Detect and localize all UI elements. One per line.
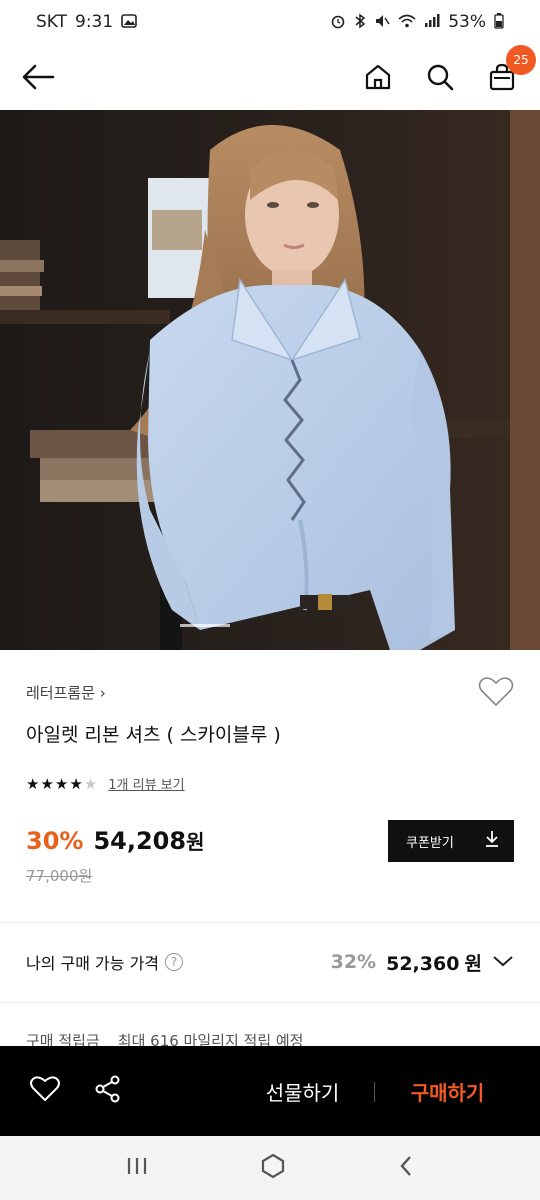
bottom-action-bar: 선물하기 구매하기 <box>0 1046 540 1136</box>
carrier: SKT <box>36 12 68 32</box>
status-right: 53% <box>330 12 504 32</box>
heart-icon[interactable] <box>478 676 514 712</box>
my-price-row[interactable]: 나의 구매 가능 가격 ? 32% 52,360 원 <box>0 922 540 1002</box>
gallery-icon <box>121 13 138 31</box>
header-actions: 25 <box>358 45 536 97</box>
price-row: 30% 54,208원 <box>26 826 204 855</box>
my-price-currency: 원 <box>464 952 482 975</box>
product-image[interactable] <box>0 110 540 650</box>
coupon-button[interactable]: 쿠폰받기 <box>388 820 514 862</box>
original-price: 77,000원 <box>26 867 93 885</box>
star-icon: ★ <box>69 774 84 793</box>
star-icon: ★ <box>26 774 41 793</box>
battery-percent: 53% <box>448 12 486 32</box>
mute-icon <box>374 13 390 32</box>
status-bar: SKT 9:31 53% <box>0 0 540 44</box>
heart-icon[interactable] <box>30 1075 60 1107</box>
my-price-label: 나의 구매 가능 가격 <box>26 954 160 973</box>
chevron-right-icon: › <box>99 684 106 702</box>
rating-row: ★★★★★ 1개 리뷰 보기 <box>26 774 185 794</box>
divider <box>0 1002 540 1003</box>
recent-apps-icon[interactable] <box>126 1156 148 1180</box>
app-header: 25 <box>0 44 540 110</box>
clock: 9:31 <box>75 12 114 32</box>
my-price-label-group: 나의 구매 가능 가격 ? <box>26 950 184 974</box>
cart-count-badge: 25 <box>506 45 536 75</box>
alarm-icon <box>330 13 346 32</box>
home-nav-icon[interactable] <box>260 1153 286 1183</box>
star-rating: ★★★★★ <box>26 775 98 793</box>
product-name: 아일렛 리본 셔츠 ( 스카이블루 ) <box>26 724 281 746</box>
discount-rate: 30% <box>26 827 84 855</box>
signal-icon <box>424 13 440 31</box>
battery-icon <box>494 12 504 32</box>
brand-name: 레터프롬문 <box>26 684 96 702</box>
currency: 원 <box>186 830 205 854</box>
wifi-icon <box>398 14 416 31</box>
coupon-label: 쿠폰받기 <box>406 835 454 851</box>
buy-button[interactable]: 구매하기 <box>395 1046 500 1136</box>
sale-price: 54,208 <box>93 827 187 855</box>
help-icon[interactable]: ? <box>165 953 184 971</box>
bluetooth-icon <box>354 13 366 32</box>
share-icon[interactable] <box>94 1075 122 1107</box>
chevron-down-icon[interactable] <box>492 953 514 972</box>
star-icon: ★ <box>40 774 55 793</box>
download-icon <box>484 830 500 852</box>
my-price-values: 32% 52,360 원 <box>331 949 514 976</box>
my-discount-rate: 32% <box>330 951 377 973</box>
shopping-bag-icon[interactable]: 25 <box>482 45 536 97</box>
search-icon[interactable] <box>420 57 460 97</box>
separator <box>374 1082 375 1102</box>
home-icon[interactable] <box>358 57 398 97</box>
back-arrow-icon[interactable] <box>18 57 58 97</box>
bottom-icons <box>30 1075 122 1107</box>
gift-button[interactable]: 선물하기 <box>250 1046 355 1136</box>
status-left: SKT 9:31 <box>36 12 138 32</box>
back-nav-icon[interactable] <box>398 1154 414 1182</box>
brand-link[interactable]: 레터프롬문 › <box>26 682 106 703</box>
star-icon: ★ <box>54 774 70 793</box>
review-link[interactable]: 1개 리뷰 보기 <box>108 774 184 793</box>
star-empty-icon: ★ <box>83 774 99 793</box>
my-price-value: 52,360 <box>386 952 460 975</box>
system-nav-bar <box>0 1136 540 1200</box>
